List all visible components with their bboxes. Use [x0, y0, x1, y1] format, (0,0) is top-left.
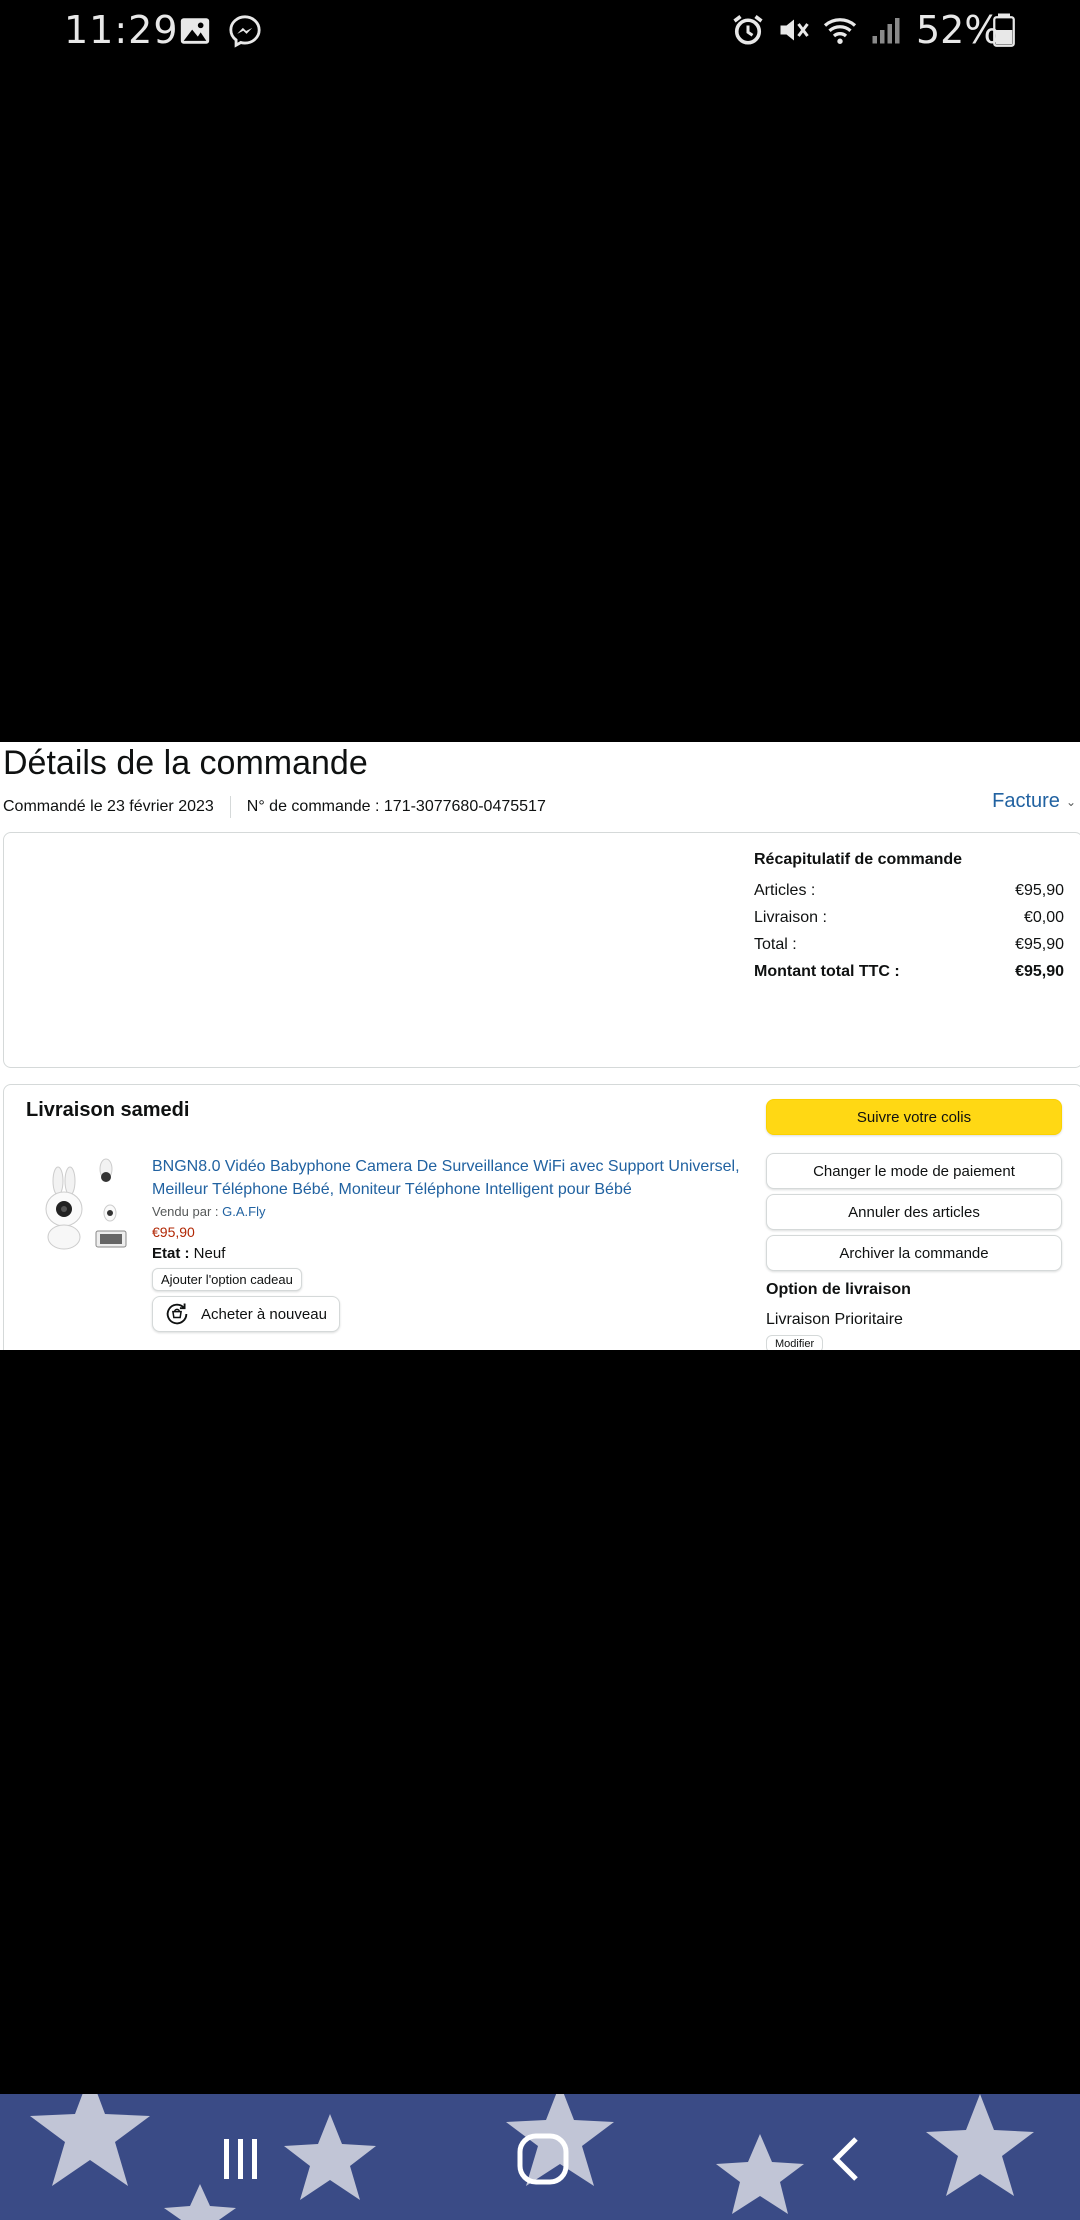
invoice-label: Facture — [992, 790, 1060, 812]
order-meta: Commandé le 23 février 2023 N° de comman… — [3, 796, 546, 818]
delivery-title: Livraison samedi — [26, 1099, 190, 1121]
cancel-items-button[interactable]: Annuler des articles — [766, 1194, 1062, 1230]
summary-label: Montant total TTC : — [754, 963, 900, 980]
summary-label: Total : — [754, 936, 797, 953]
condition-label: Etat : — [152, 1245, 190, 1262]
add-gift-option-button[interactable]: Ajouter l'option cadeau — [152, 1268, 302, 1291]
summary-row-shipping: Livraison : €0,00 — [754, 906, 1064, 930]
order-actions: Suivre votre colis Changer le mode de pa… — [766, 1099, 1062, 1350]
invoice-dropdown[interactable]: Facture ⌄ — [992, 790, 1076, 813]
alarm-icon — [733, 15, 763, 45]
summary-row-total: Total : €95,90 — [754, 933, 1064, 957]
product-info: BNGN8.0 Vidéo Babyphone Camera De Survei… — [152, 1155, 742, 1332]
order-summary-box: Récapitulatif de commande Articles : €95… — [3, 832, 1080, 1068]
order-number: N° de commande : 171-3077680-0475517 — [246, 798, 546, 815]
order-summary: Récapitulatif de commande Articles : €95… — [754, 851, 1064, 987]
status-time: 11:29 — [64, 8, 179, 52]
summary-value: €0,00 — [1023, 909, 1064, 926]
mute-icon — [780, 19, 809, 41]
shipping-option-value: Livraison Prioritaire — [766, 1311, 903, 1328]
product-title-link[interactable]: BNGN8.0 Vidéo Babyphone Camera De Survei… — [152, 1155, 742, 1201]
recents-icon — [224, 2139, 257, 2179]
archive-order-button[interactable]: Archiver la commande — [766, 1235, 1062, 1271]
product-image[interactable] — [36, 1155, 134, 1255]
sold-by-label: Vendu par : — [152, 1204, 223, 1219]
summary-title: Récapitulatif de commande — [754, 851, 963, 868]
product-price: €95,90 — [152, 1224, 195, 1240]
buy-again-button[interactable]: Acheter à nouveau — [152, 1296, 340, 1332]
summary-label: Articles : — [754, 882, 816, 899]
seller-link[interactable]: G.A.Fly — [222, 1204, 265, 1219]
status-bar: 11:29 52% — [0, 0, 1080, 64]
battery-icon — [993, 13, 1015, 47]
messenger-icon — [229, 15, 261, 48]
delivery-box: Livraison samedi BNGN8.0 Vidéo Babyphone… — [3, 1084, 1080, 1350]
meta-divider — [229, 796, 231, 818]
track-package-button[interactable]: Suivre votre colis — [766, 1099, 1062, 1135]
summary-label: Livraison : — [754, 909, 827, 926]
navigation-bar — [0, 2094, 1080, 2220]
home-button[interactable] — [508, 2124, 578, 2194]
page-title: Détails de la commande — [3, 744, 368, 782]
summary-value: €95,90 — [1015, 963, 1064, 980]
back-button[interactable] — [812, 2124, 882, 2194]
signal-icon — [872, 18, 900, 44]
recents-button[interactable] — [206, 2124, 276, 2194]
summary-value: €95,90 — [1015, 936, 1064, 953]
shipping-option-title: Option de livraison — [766, 1281, 911, 1298]
product-condition: Etat : Neuf — [152, 1245, 742, 1262]
order-details-page: Détails de la commande Commandé le 23 fé… — [0, 742, 1080, 1350]
summary-row-items: Articles : €95,90 — [754, 879, 1064, 903]
sold-by: Vendu par : G.A.Fly — [152, 1204, 742, 1219]
home-icon — [517, 2133, 569, 2185]
buy-again-label: Acheter à nouveau — [201, 1305, 327, 1323]
chevron-down-icon: ⌄ — [1065, 794, 1076, 809]
wifi-icon — [823, 18, 857, 44]
summary-row-grand-total: Montant total TTC : €95,90 — [754, 960, 1064, 984]
gallery-icon — [180, 18, 210, 44]
condition-value: Neuf — [193, 1245, 226, 1262]
modify-shipping-button[interactable]: Modifier — [766, 1335, 824, 1350]
back-icon — [832, 2137, 858, 2181]
change-payment-button[interactable]: Changer le mode de paiement — [766, 1153, 1062, 1189]
summary-value: €95,90 — [1015, 882, 1064, 899]
buy-again-icon — [166, 1303, 188, 1325]
order-date: Commandé le 23 février 2023 — [3, 798, 214, 815]
